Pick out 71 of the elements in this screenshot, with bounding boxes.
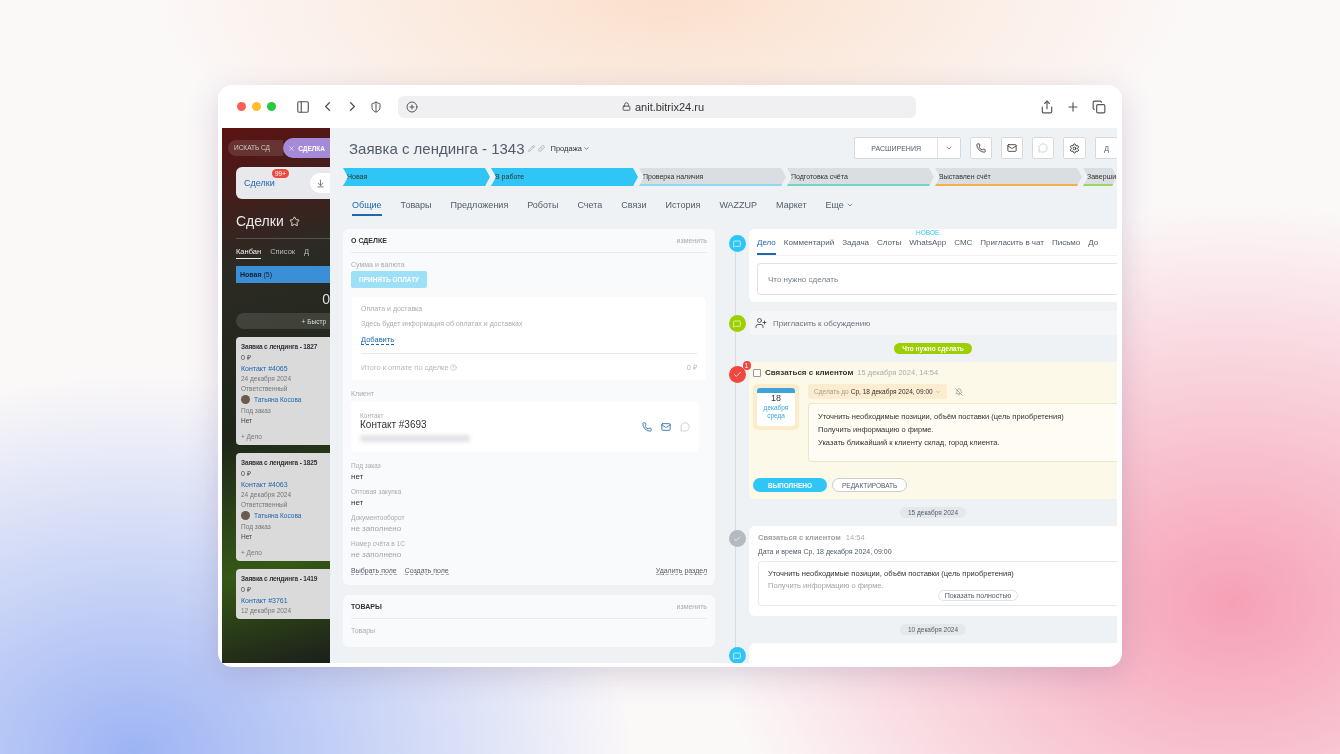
new-tab-icon[interactable] xyxy=(1066,99,1080,114)
composer-tab[interactable]: Пригласить в чат xyxy=(980,238,1044,255)
deal-tab[interactable]: Роботы xyxy=(527,196,559,216)
page-title: Сделки xyxy=(236,213,284,229)
calendar-day: 18 xyxy=(771,393,781,404)
caret-icon xyxy=(582,144,590,152)
activity-title[interactable]: Связаться с клиентом xyxy=(765,368,854,377)
mail-icon xyxy=(1007,143,1017,153)
settings-button[interactable] xyxy=(1063,137,1086,159)
deal-tab[interactable]: История xyxy=(665,196,701,216)
sidebar-icon[interactable] xyxy=(296,99,310,114)
check-icon xyxy=(733,534,741,543)
chat-icon xyxy=(1038,143,1048,153)
call-button[interactable] xyxy=(970,137,992,159)
avatar xyxy=(241,395,250,404)
deal-tab[interactable]: Связи xyxy=(621,196,647,216)
deal-tab[interactable]: Счета xyxy=(577,196,603,216)
check-icon xyxy=(732,370,742,379)
field-value: не заполнено xyxy=(351,524,403,533)
share-icon[interactable] xyxy=(1040,99,1054,114)
composer-tab[interactable]: Слоты xyxy=(877,238,902,255)
shield-icon[interactable] xyxy=(370,100,382,113)
composer-tab[interactable]: До xyxy=(1088,238,1099,255)
deal-tab[interactable]: Предложения xyxy=(450,196,509,216)
address-bar[interactable]: anit.bitrix24.ru xyxy=(398,95,916,118)
complete-checkbox[interactable] xyxy=(753,368,761,377)
download-icon xyxy=(315,178,325,188)
chat-bubble-icon xyxy=(733,319,741,328)
deal-title: Заявка с лендинга - 1343 xyxy=(349,139,525,157)
deal-tab[interactable]: WAZZUP xyxy=(719,196,758,216)
field-value: не заполнено xyxy=(351,550,403,559)
stage-total: 0 xyxy=(321,291,330,307)
pencil-icon[interactable] xyxy=(527,144,535,152)
maximize-window-control[interactable] xyxy=(267,102,276,111)
composer-tab[interactable]: Задача xyxy=(842,238,870,255)
invite-link[interactable]: Пригласить к обсуждению xyxy=(773,318,871,328)
avatar xyxy=(241,511,250,520)
email-button[interactable] xyxy=(1001,137,1023,159)
deal-tab[interactable]: Товары xyxy=(400,196,432,216)
todo-input[interactable]: Что нужно сделать xyxy=(757,263,1117,295)
deal-tab[interactable]: Общие xyxy=(352,196,382,216)
close-window-control[interactable] xyxy=(237,102,246,111)
star-icon[interactable] xyxy=(288,215,300,227)
caret-icon xyxy=(934,388,941,395)
more-tab[interactable]: Еще xyxy=(825,196,854,216)
settings-icon xyxy=(1069,142,1080,154)
download-button[interactable] xyxy=(310,173,330,193)
composer-tab[interactable]: СМС xyxy=(954,238,973,255)
chat-bubble-icon xyxy=(733,651,741,660)
tabs-overview-icon[interactable] xyxy=(1092,99,1106,114)
chat-bubble-icon xyxy=(733,239,741,248)
deal-tab[interactable]: Маркет xyxy=(776,196,807,216)
field-value: нет xyxy=(351,498,365,507)
field-value: нет xyxy=(351,472,365,481)
phone-icon[interactable] xyxy=(642,422,652,432)
mail-icon[interactable] xyxy=(661,422,671,432)
section-tab-label: Сделки xyxy=(244,178,275,188)
caret-icon xyxy=(845,201,854,209)
phone-icon xyxy=(976,143,986,153)
lock-icon xyxy=(621,102,631,111)
contact-name[interactable]: Контакт #3693 xyxy=(360,419,470,430)
composer-tab[interactable]: Письмо xyxy=(1051,238,1081,255)
plus-circle-icon[interactable] xyxy=(406,100,418,113)
minimize-window-control[interactable] xyxy=(252,102,261,111)
composer-tab[interactable]: Комментарий xyxy=(783,238,835,255)
url-text: anit.bitrix24.ru xyxy=(634,100,705,113)
close-icon[interactable] xyxy=(288,144,296,152)
add-user-icon[interactable] xyxy=(755,317,767,329)
composer-tab[interactable]: Дело xyxy=(757,238,776,255)
caret-icon xyxy=(945,144,953,152)
muted-bell-icon[interactable] xyxy=(954,387,963,396)
